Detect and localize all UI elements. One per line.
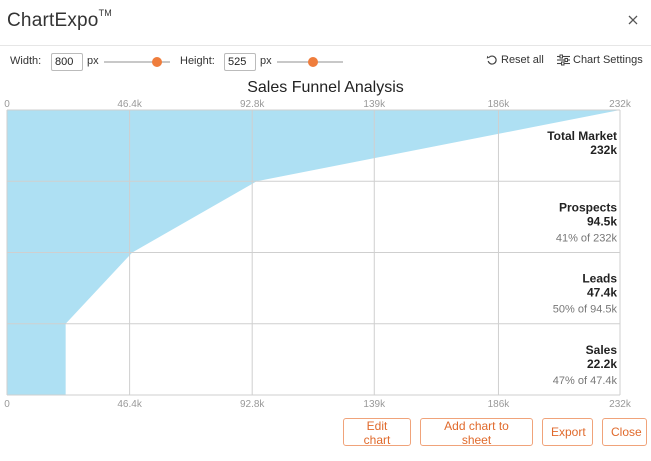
bottom-tick-label: 0	[4, 399, 10, 410]
chart-area: Sales Funnel Analysis 0 0 46.4k 46.4k 92.8k 9…	[0, 76, 651, 416]
bottom-tick-label: 232k	[609, 399, 632, 410]
bottom-tick-label: 92.8k	[240, 399, 265, 410]
chart-settings-button[interactable]: Chart Settings	[557, 54, 643, 66]
height-label: Height:	[180, 55, 215, 67]
stage-name: Total Market	[547, 129, 617, 143]
height-slider-knob[interactable]	[308, 57, 319, 67]
height-slider[interactable]	[277, 57, 343, 67]
stage-value: 47.4k	[587, 286, 617, 300]
width-input[interactable]	[51, 53, 83, 71]
funnel-chart: 0 0 46.4k 46.4k 92.8k 92.8k 139k 139k 186k 186k 23…	[4, 99, 632, 410]
top-tick-label: 186k	[488, 99, 511, 110]
close-icon[interactable]	[625, 12, 641, 28]
reset-icon	[486, 55, 497, 65]
width-slider-knob[interactable]	[152, 57, 163, 67]
stage-name: Sales	[586, 343, 618, 357]
height-unit: px	[260, 55, 272, 67]
edit-chart-button[interactable]: Edit chart	[343, 418, 411, 447]
stage-value: 232k	[590, 143, 617, 157]
bottom-tick-label: 46.4k	[117, 399, 142, 410]
export-button[interactable]: Export	[542, 418, 593, 446]
top-tick-label: 232k	[609, 99, 632, 110]
width-label: Width:	[10, 55, 42, 67]
reset-all-button[interactable]: Reset all	[486, 54, 544, 66]
reset-all-label: Reset all	[501, 54, 544, 66]
top-tick-label: 46.4k	[117, 99, 142, 110]
add-chart-to-sheet-button[interactable]: Add chart to sheet	[420, 418, 533, 447]
stage-percent: 41% of 232k	[556, 232, 618, 244]
stage-percent: 47% of 47.4k	[553, 375, 618, 387]
width-unit: px	[87, 55, 99, 67]
trademark-mark: TM	[98, 7, 112, 18]
close-button[interactable]: Close	[602, 418, 647, 446]
bottom-tick-label: 186k	[488, 399, 511, 410]
toolbar: Width: px Height: px Reset all Chart Set…	[0, 50, 651, 72]
chart-settings-label: Chart Settings	[573, 54, 643, 66]
top-tick-label: 139k	[363, 99, 386, 110]
stage-percent: 50% of 94.5k	[553, 304, 618, 316]
top-tick-label: 92.8k	[240, 99, 265, 110]
stage-value: 22.2k	[587, 357, 617, 371]
stage-name: Prospects	[559, 200, 617, 214]
sliders-icon	[557, 54, 570, 66]
width-slider[interactable]	[104, 57, 170, 67]
height-input[interactable]	[224, 53, 256, 71]
top-tick-label: 0	[4, 99, 10, 110]
app-name: ChartExpo	[7, 10, 99, 31]
app-title: ChartExpoTM	[7, 7, 112, 32]
bottom-tick-label: 139k	[363, 399, 386, 410]
stage-name: Leads	[582, 272, 617, 286]
stage-value: 94.5k	[587, 214, 617, 228]
title-bar: ChartExpoTM	[0, 0, 651, 46]
